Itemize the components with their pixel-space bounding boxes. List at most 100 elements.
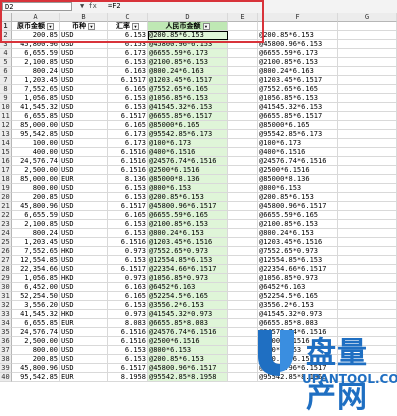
col-header-b[interactable]: B [60, 13, 108, 22]
cell-amount[interactable]: 200.85 [12, 31, 60, 40]
cell-currency[interactable]: USD [60, 346, 108, 355]
cell-amount[interactable]: 6,655.85 [12, 319, 60, 328]
cell-currency[interactable]: USD [60, 220, 108, 229]
cell-formula-text[interactable]: @400*6.1516 [258, 148, 338, 157]
header-cell-rmb[interactable]: 人民币金额 ▼ [148, 22, 228, 31]
cell-rate[interactable]: 6.1516 [108, 337, 148, 346]
cell-amount[interactable]: 1,056.85 [12, 94, 60, 103]
cell-formula-text[interactable]: @45800.96*6.1517 [258, 202, 338, 211]
cell-currency[interactable]: USD [60, 148, 108, 157]
cell-rate[interactable]: 6.1517 [108, 112, 148, 121]
cell-amount[interactable]: 2,500.00 [12, 166, 60, 175]
cell-empty[interactable] [338, 67, 397, 76]
cell-rate[interactable]: 6.1516 [108, 148, 148, 157]
cell-empty[interactable] [338, 58, 397, 67]
cell-rmb-formula[interactable]: @200.85*6.153 [148, 355, 228, 364]
cell-rmb-formula[interactable]: @800.24*6.153 [148, 229, 228, 238]
cell-rmb-formula[interactable]: @45800.96*6.153 [148, 40, 228, 49]
cell-empty[interactable] [228, 247, 258, 256]
cell-rmb-formula[interactable]: @200.85*6.153 [148, 31, 228, 40]
cell-rmb-formula[interactable]: @24576.74*6.1516 [148, 328, 228, 337]
cell-rate[interactable]: 6.1516 [108, 328, 148, 337]
cell-empty[interactable] [228, 22, 258, 31]
cell-rate[interactable]: 6.153 [108, 94, 148, 103]
cell-empty[interactable] [228, 256, 258, 265]
cell-amount[interactable]: 800.00 [12, 346, 60, 355]
cell-rmb-formula[interactable]: @1203.45*6.1517 [148, 76, 228, 85]
cell-empty[interactable] [338, 22, 397, 31]
cell-formula-text[interactable]: @6655.59*6.165 [258, 211, 338, 220]
cell-empty[interactable] [338, 301, 397, 310]
cell-rate[interactable]: 6.163 [108, 283, 148, 292]
cell-rate[interactable]: 8.136 [108, 175, 148, 184]
cell-rate[interactable]: 6.153 [108, 40, 148, 49]
cell-currency[interactable]: HKD [60, 247, 108, 256]
cell-formula-text[interactable]: @800.24*6.153 [258, 229, 338, 238]
cell-rate[interactable]: 6.1517 [108, 364, 148, 373]
cell-formula-text[interactable]: @22354.66*6.1517 [258, 265, 338, 274]
cell-rmb-formula[interactable]: @41545.32*0.973 [148, 310, 228, 319]
cell-formula-text[interactable]: @1056.85*0.973 [258, 274, 338, 283]
cell-rmb-formula[interactable]: @12554.85*6.153 [148, 256, 228, 265]
row-header[interactable]: 11 [0, 112, 12, 121]
cell-rate[interactable]: 0.973 [108, 274, 148, 283]
cell-empty[interactable] [338, 166, 397, 175]
cell-empty[interactable] [228, 220, 258, 229]
row-header[interactable]: 20 [0, 193, 12, 202]
cell-empty[interactable] [228, 166, 258, 175]
cell-empty[interactable] [338, 49, 397, 58]
filter-dropdown-icon[interactable]: ▼ [88, 22, 95, 30]
row-header[interactable]: 24 [0, 229, 12, 238]
cell-empty[interactable] [228, 292, 258, 301]
cell-rmb-formula[interactable]: @2500*6.1516 [148, 166, 228, 175]
cell-formula-text[interactable]: @200.85*6.153 [258, 31, 338, 40]
cell-rate[interactable]: 6.153 [108, 220, 148, 229]
cell-currency[interactable]: USD [60, 76, 108, 85]
cell-amount[interactable]: 24,576.74 [12, 328, 60, 337]
cell-currency[interactable]: USD [60, 364, 108, 373]
row-header[interactable]: 26 [0, 247, 12, 256]
cell-amount[interactable]: 45,800.96 [12, 364, 60, 373]
row-header[interactable]: 36 [0, 337, 12, 346]
row-header[interactable]: 23 [0, 220, 12, 229]
cell-currency[interactable]: EUR [60, 373, 108, 382]
row-header[interactable]: 7 [0, 76, 12, 85]
cell-amount[interactable]: 800.24 [12, 67, 60, 76]
cell-rate[interactable]: 6.1517 [108, 76, 148, 85]
name-box[interactable]: D2 [2, 2, 72, 11]
cell-currency[interactable]: USD [60, 49, 108, 58]
cell-empty[interactable] [228, 148, 258, 157]
cell-formula-text[interactable]: @800*6.153 [258, 184, 338, 193]
cell-rmb-formula[interactable]: @22354.66*6.1517 [148, 265, 228, 274]
row-header[interactable]: 32 [0, 301, 12, 310]
col-header-a[interactable]: A [12, 13, 60, 22]
cell-currency[interactable]: USD [60, 292, 108, 301]
cell-amount[interactable]: 41,545.32 [12, 103, 60, 112]
cell-rmb-formula[interactable]: @3556.2*6.153 [148, 301, 228, 310]
cell-empty[interactable] [338, 283, 397, 292]
cell-rmb-formula[interactable]: @800*6.153 [148, 346, 228, 355]
cell-empty[interactable] [228, 85, 258, 94]
cell-currency[interactable]: USD [60, 202, 108, 211]
cell-rmb-formula[interactable]: @1056.85*6.153 [148, 94, 228, 103]
cell-rate[interactable]: 6.153 [108, 355, 148, 364]
cell-rmb-formula[interactable]: @1056.85*0.973 [148, 274, 228, 283]
cell-currency[interactable]: USD [60, 337, 108, 346]
cell-empty[interactable] [338, 265, 397, 274]
col-header-g[interactable]: G [338, 13, 397, 22]
cell-rate[interactable]: 6.153 [108, 31, 148, 40]
cell-currency[interactable]: USD [60, 103, 108, 112]
header-cell-amount[interactable]: 原币金额 ▼ [12, 22, 60, 31]
cell-amount[interactable]: 6,452.00 [12, 283, 60, 292]
cell-empty[interactable] [338, 274, 397, 283]
cell-empty[interactable] [338, 292, 397, 301]
cell-empty[interactable] [228, 274, 258, 283]
cell-empty[interactable] [228, 112, 258, 121]
cell-amount[interactable]: 2,100.85 [12, 58, 60, 67]
col-header-f[interactable]: F [258, 13, 338, 22]
cell-rmb-formula[interactable]: @45800.96*6.1517 [148, 364, 228, 373]
cell-amount[interactable]: 2,100.85 [12, 220, 60, 229]
cell-currency[interactable]: USD [60, 157, 108, 166]
cell-amount[interactable]: 45,800.96 [12, 202, 60, 211]
cell-rate[interactable]: 0.973 [108, 247, 148, 256]
